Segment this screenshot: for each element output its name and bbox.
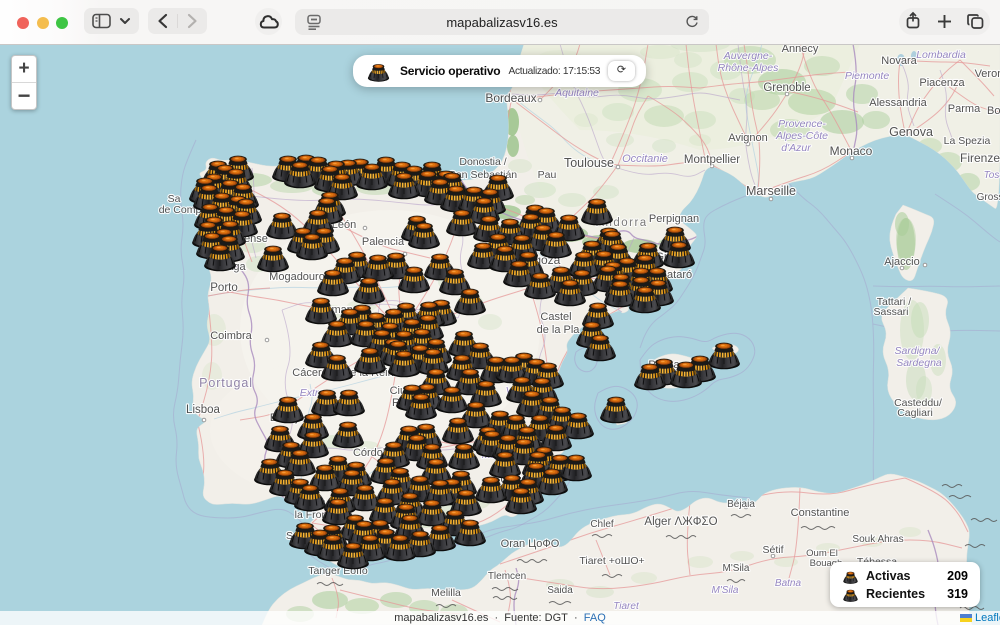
svg-text:Toulouse: Toulouse [564,156,614,170]
svg-text:Sétif: Sétif [762,544,783,556]
svg-text:Piacenza: Piacenza [919,77,965,89]
svg-text:Sardegna: Sardegna [896,357,942,369]
svg-text:M'Sila: M'Sila [712,585,739,596]
svg-text:Chlef: Chlef [590,519,614,530]
svg-text:Melilla: Melilla [431,587,461,599]
svg-text:Firenze: Firenze [960,151,1000,165]
svg-text:Tlemcen: Tlemcen [488,571,526,582]
svg-text:Lombardia: Lombardia [916,49,966,61]
svg-text:Souk Ahras: Souk Ahras [852,534,903,545]
svg-text:Alessandria: Alessandria [869,97,927,109]
svg-text:Piemonte: Piemonte [845,70,890,82]
svg-text:M'Sila: M'Sila [723,563,750,574]
svg-text:Avignon: Avignon [728,132,768,144]
svg-text:Sardigna/: Sardigna/ [895,345,941,357]
svg-text:Mogadouro: Mogadouro [269,271,325,283]
svg-text:Cagliari: Cagliari [897,407,933,419]
svg-text:Sassari: Sassari [873,306,908,318]
svg-text:Gross: Gross [977,192,1000,203]
svg-text:Coimbra: Coimbra [210,330,252,342]
svg-text:Bordeaux: Bordeaux [485,91,536,105]
svg-text:d'Azur: d'Azur [781,142,811,154]
svg-text:Donostia /: Donostia / [459,156,506,168]
svg-text:Alpes-Côte: Alpes-Côte [775,130,828,142]
svg-text:Occitanie: Occitanie [622,153,668,165]
svg-text:Tiaret +оШО+: Tiaret +оШО+ [579,555,644,567]
svg-text:Grenoble: Grenoble [763,82,810,94]
svg-text:Rhône-Alpes: Rhône-Alpes [718,62,779,74]
svg-text:Porto: Porto [210,282,238,294]
svg-text:Béjaia: Béjaia [727,499,755,510]
svg-text:Lisboa: Lisboa [186,404,220,416]
svg-text:Aquitaine: Aquitaine [554,87,599,99]
svg-text:Alger ΛЖФΣО: Alger ΛЖФΣО [644,516,717,528]
svg-text:Palencia: Palencia [362,236,405,248]
svg-text:Bol: Bol [987,105,1000,117]
svg-text:Monaco: Monaco [830,144,873,158]
svg-text:Auvergne-: Auvergne- [723,50,773,62]
svg-text:Provence-: Provence- [778,118,826,130]
svg-text:Saida: Saida [547,585,573,596]
svg-text:Marseille: Marseille [746,184,796,198]
svg-text:Oran ЦоФО: Oran ЦоФО [501,538,560,550]
svg-text:La Spezia: La Spezia [944,135,991,147]
svg-text:Constantine: Constantine [791,507,850,519]
svg-text:Castel: Castel [540,311,571,323]
svg-text:Parma: Parma [948,103,981,115]
svg-text:Batna: Batna [775,578,802,589]
svg-text:Portugal: Portugal [199,376,253,390]
svg-text:Montpellier: Montpellier [684,154,740,166]
svg-text:Ajaccio: Ajaccio [884,256,919,268]
svg-text:Sa: Sa [168,193,181,205]
svg-text:Pau: Pau [538,169,557,181]
svg-text:Perpignan: Perpignan [649,213,699,225]
svg-text:Novara: Novara [881,55,917,67]
svg-text:de la Pla: de la Pla [537,324,581,336]
svg-text:Verona: Verona [975,68,1000,80]
svg-text:Tosc: Tosc [984,170,1000,181]
svg-text:Genova: Genova [889,125,933,139]
svg-text:Annecy: Annecy [782,45,819,55]
